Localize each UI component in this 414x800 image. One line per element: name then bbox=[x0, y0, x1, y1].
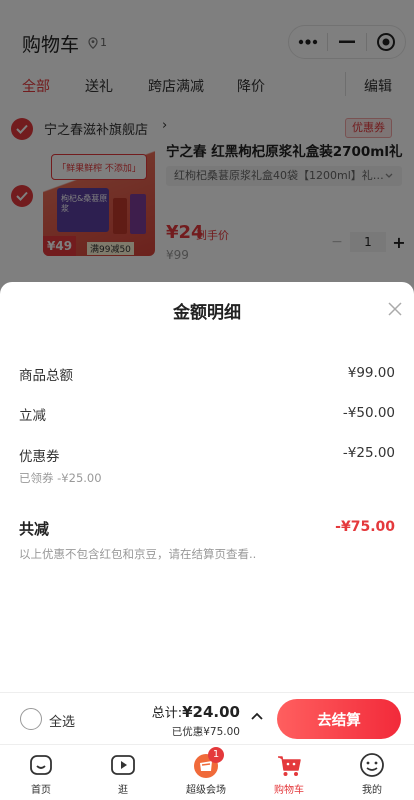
tab-cart-label: 购物车 bbox=[274, 785, 304, 796]
bottom-tab-bar: 首页 逛 1 超级会场 购物车 我的 bbox=[0, 744, 414, 800]
coupon-label: 优惠券 bbox=[19, 449, 60, 465]
cart-icon bbox=[278, 756, 301, 776]
tab-browse-label: 逛 bbox=[118, 785, 128, 796]
tab-super-venue-label: 超级会场 bbox=[186, 785, 226, 796]
close-icon[interactable] bbox=[386, 300, 404, 318]
tab-super-venue[interactable]: 1 超级会场 bbox=[176, 747, 236, 796]
video-icon bbox=[111, 755, 135, 775]
coupon-claimed-note: 已领券 -¥25.00 bbox=[19, 471, 102, 485]
instant-discount-value: -¥50.00 bbox=[342, 405, 395, 421]
select-all-label[interactable]: 全选 bbox=[49, 711, 75, 730]
chevron-up-icon[interactable] bbox=[250, 711, 264, 721]
sheet-title: 金额明细 bbox=[173, 303, 241, 323]
tab-profile[interactable]: 我的 bbox=[342, 751, 402, 796]
tab-profile-label: 我的 bbox=[362, 785, 382, 796]
home-icon bbox=[30, 755, 52, 775]
total-amount: ¥24.00 bbox=[182, 703, 240, 721]
total-prefix: 总计: bbox=[151, 706, 183, 721]
profile-icon bbox=[360, 753, 384, 777]
tab-cart[interactable]: 购物车 bbox=[259, 751, 319, 796]
total-discount-label: 共减 bbox=[19, 520, 50, 538]
saved-amount: 已优惠¥75.00 bbox=[171, 726, 240, 738]
coupon-value: -¥25.00 bbox=[342, 445, 395, 461]
goods-total-value: ¥99.00 bbox=[347, 365, 395, 381]
select-all-checkbox[interactable] bbox=[20, 708, 42, 730]
price-detail-sheet: 金额明细 商品总额 ¥99.00 立减 -¥50.00 优惠券 -¥25.00 … bbox=[0, 282, 414, 692]
total-summary: 总计:¥24.00 bbox=[152, 702, 240, 721]
instant-discount-label: 立减 bbox=[19, 408, 46, 424]
checkout-bar: 全选 总计:¥24.00 已优惠¥75.00 去结算 bbox=[0, 692, 414, 744]
goods-total-label: 商品总额 bbox=[19, 368, 73, 384]
modal-overlay[interactable] bbox=[0, 0, 414, 300]
discount-note: 以上优惠不包含红包和京豆，请在结算页查看.. bbox=[19, 547, 257, 561]
tab-browse[interactable]: 逛 bbox=[93, 751, 153, 796]
checkout-button[interactable]: 去结算 bbox=[277, 699, 401, 739]
tab-home-label: 首页 bbox=[31, 785, 51, 796]
total-discount-value: -¥75.00 bbox=[335, 519, 395, 535]
venue-badge: 1 bbox=[208, 747, 224, 763]
tab-home[interactable]: 首页 bbox=[11, 751, 71, 796]
